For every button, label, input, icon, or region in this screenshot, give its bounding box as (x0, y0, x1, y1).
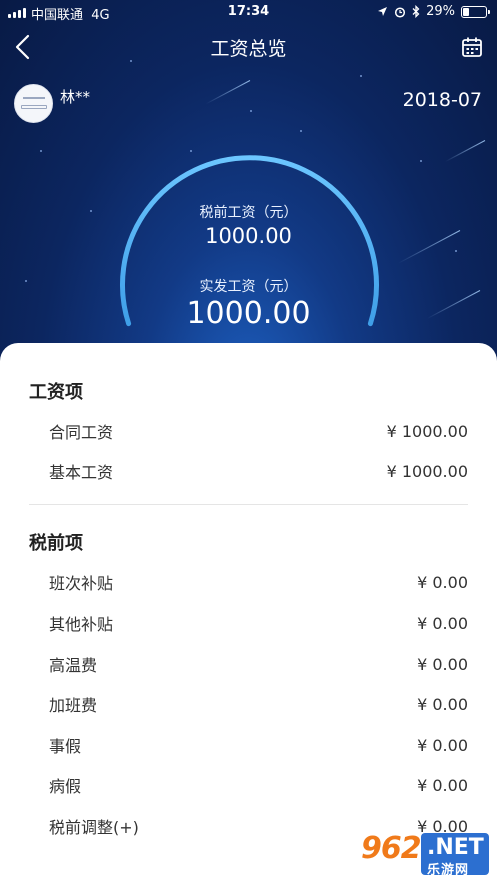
item-value: ¥ 0.00 (417, 613, 468, 633)
item-value: ¥ 0.00 (417, 694, 468, 714)
item-value: ¥ 1000.00 (386, 461, 468, 481)
item-label: 加班费 (49, 696, 98, 715)
pretax-item: 事假 ¥ 0.00 (49, 733, 468, 757)
item-label: 税前调整(+) (49, 818, 139, 837)
net-salary-value: 1000.00 (186, 296, 311, 331)
pretax-item: 高温费 ¥ 0.00 (49, 652, 468, 676)
item-value: ¥ 0.00 (417, 654, 468, 674)
pre-tax-label: 税前工资（元） (199, 205, 298, 221)
item-value: ¥ 0.00 (417, 775, 468, 795)
site-watermark-logo: 962 .NET 乐游网 (361, 831, 491, 878)
pretax-item: 班次补贴 ¥ 0.00 (49, 570, 468, 594)
salary-detail-card: 工资项 合同工资 ¥ 1000.00 基本工资 ¥ 1000.00 税前项 班次… (0, 343, 497, 883)
pretax-item: 其他补贴 ¥ 0.00 (49, 611, 468, 635)
pretax-item: 病假 ¥ 0.00 (49, 773, 468, 797)
pre-tax-value: 1000.00 (205, 224, 292, 248)
item-label: 高温费 (49, 656, 98, 675)
item-value: ¥ 1000.00 (386, 421, 468, 441)
salary-gauge-arc (120, 155, 379, 327)
item-label: 班次补贴 (49, 574, 114, 593)
item-label: 基本工资 (49, 463, 114, 482)
watermark-suffix: .NET (427, 835, 484, 860)
pretax-item: 加班费 ¥ 0.00 (49, 692, 468, 716)
section-title-salary: 工资项 (29, 382, 83, 403)
item-value: ¥ 0.00 (417, 572, 468, 592)
item-value: ¥ 0.00 (417, 735, 468, 755)
item-label: 事假 (49, 737, 82, 756)
section-title-pretax: 税前项 (29, 533, 83, 554)
salary-item-basic: 基本工资 ¥ 1000.00 (49, 459, 468, 483)
item-label: 其他补贴 (49, 615, 114, 634)
item-label: 合同工资 (49, 423, 114, 442)
section-divider (29, 504, 468, 505)
watermark-number: 962 (361, 831, 422, 866)
net-salary-label: 实发工资（元） (199, 279, 298, 295)
watermark-sub: 乐游网 (427, 863, 470, 878)
item-label: 病假 (49, 777, 82, 796)
salary-item-contract: 合同工资 ¥ 1000.00 (49, 419, 468, 443)
